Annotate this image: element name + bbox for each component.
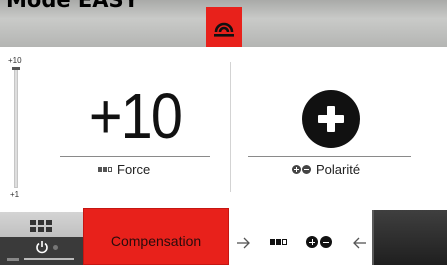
scale-min-label: +1 (10, 190, 20, 199)
power-icon[interactable] (35, 240, 49, 254)
arrow-left-icon[interactable] (353, 236, 367, 254)
status-strip (230, 213, 372, 265)
power-level-bar (24, 258, 74, 260)
polarity-divider (248, 156, 411, 157)
compensation-coil-icon[interactable] (206, 7, 242, 47)
compensation-button[interactable]: Compensation (83, 208, 229, 265)
force-divider (60, 156, 210, 157)
level-bars-icon (270, 239, 287, 245)
mode-title: Mode EASY (6, 0, 139, 12)
force-label-row: Force (98, 162, 150, 177)
polarity-label-row: Polarité (292, 162, 360, 177)
level-slider-thumb[interactable] (12, 67, 20, 70)
panel-divider (230, 62, 231, 192)
plus-minus-icon (292, 165, 311, 174)
plus-circle-icon[interactable] (302, 90, 360, 148)
right-panel-button[interactable] (372, 210, 447, 265)
polarity-label: Polarité (316, 162, 361, 177)
power-indicator (7, 258, 19, 261)
level-bars-icon (98, 167, 112, 172)
grid-icon[interactable] (30, 220, 52, 232)
power-status-dot (53, 245, 58, 250)
force-label: Force (117, 162, 151, 177)
scale-max-label: +10 (8, 56, 22, 65)
plus-minus-icon (306, 236, 332, 248)
force-value[interactable]: +10 (68, 80, 203, 152)
arrow-right-icon[interactable] (236, 236, 250, 254)
level-slider[interactable] (12, 67, 20, 188)
